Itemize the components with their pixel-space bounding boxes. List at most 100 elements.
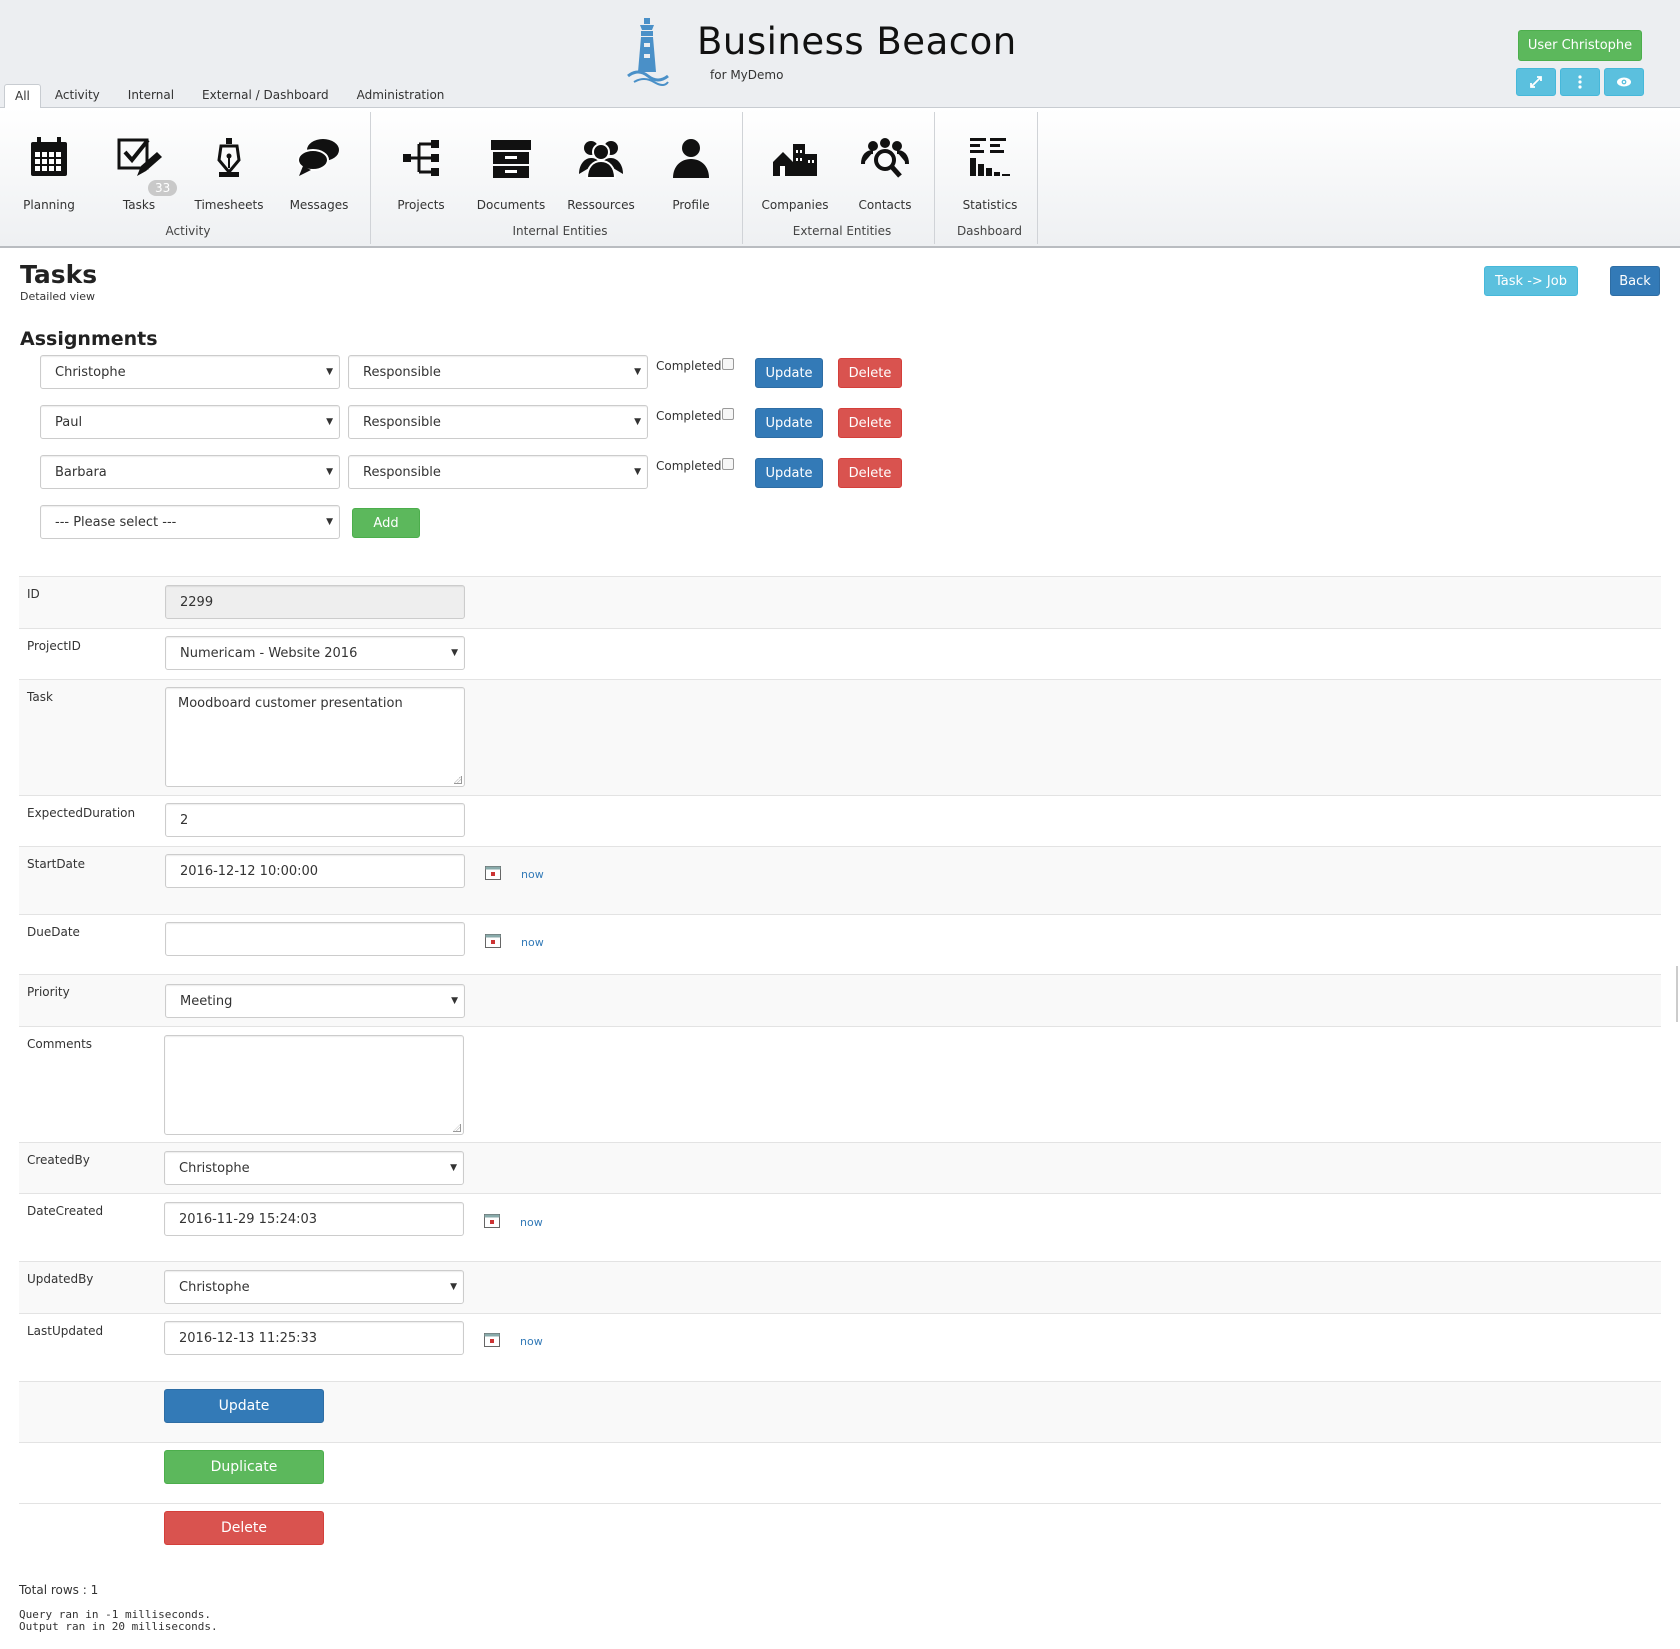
comments-textarea[interactable] (164, 1035, 464, 1135)
brand-title: Business Beacon (697, 20, 1017, 63)
scrollbar-edge[interactable] (1676, 966, 1678, 1022)
ribbon-item-statistics[interactable]: Statistics (947, 112, 1033, 212)
field-label: Comments (27, 1037, 93, 1051)
assignment-update-button[interactable]: Update (755, 458, 823, 488)
assignment-delete-button[interactable]: Delete (838, 358, 902, 388)
ribbon-item-tasks[interactable]: 33 Tasks (96, 112, 182, 212)
project-select[interactable]: Numericam - Website 2016 ▼ (165, 636, 465, 670)
resize-grip-icon[interactable] (454, 776, 462, 784)
task-to-job-button[interactable]: Task -> Job (1484, 266, 1578, 296)
ribbon-label: Tasks (122, 198, 156, 212)
ribbon-item-companies[interactable]: Companies (752, 112, 838, 212)
calendar-picker-icon[interactable] (484, 1214, 500, 1228)
user-icon (673, 139, 709, 178)
completed-label: Completed (656, 409, 722, 423)
completed-label: Completed (656, 359, 722, 373)
start-date-now-link[interactable]: now (521, 868, 544, 881)
assignment-role-select[interactable]: Responsible ▼ (348, 355, 648, 389)
ribbon-item-contacts[interactable]: Contacts (842, 112, 928, 212)
main-tabs: All Activity Internal External / Dashboa… (4, 84, 459, 109)
update-button[interactable]: Update (164, 1389, 324, 1423)
assignment-delete-button[interactable]: Delete (838, 458, 902, 488)
ribbon-item-messages[interactable]: Messages (276, 112, 362, 212)
select-value: --- Please select --- (55, 514, 177, 530)
project-tree-icon (403, 140, 439, 176)
ribbon-label: Messages (289, 198, 349, 212)
ribbon-item-ressources[interactable]: Ressources (558, 112, 644, 212)
field-label: DueDate (27, 925, 80, 939)
completed-label: Completed (656, 459, 722, 473)
users-icon (579, 141, 623, 179)
field-label: StartDate (27, 857, 85, 871)
date-created-now-link[interactable]: now (520, 1216, 543, 1229)
fullscreen-button[interactable] (1516, 68, 1556, 96)
ribbon-label: Companies (761, 198, 829, 212)
ribbon-item-profile[interactable]: Profile (648, 112, 734, 212)
start-date-input[interactable]: 2016-12-12 10:00:00 (165, 854, 465, 888)
assignment-update-button[interactable]: Update (755, 358, 823, 388)
brand-subtitle: for MyDemo (710, 68, 784, 82)
tab-external-dashboard[interactable]: External / Dashboard (188, 84, 343, 108)
select-value: Barbara (55, 464, 107, 480)
last-updated-now-link[interactable]: now (520, 1335, 543, 1348)
ribbon-label: Ressources (567, 198, 635, 212)
calendar-picker-icon[interactable] (485, 934, 501, 948)
updated-by-select[interactable]: Christophe ▼ (164, 1270, 464, 1304)
dropdown-arrow-icon: ▼ (634, 467, 641, 477)
buildings-icon (773, 144, 817, 176)
select-value: Responsible (363, 414, 441, 430)
contacts-search-icon (861, 138, 909, 178)
ribbon-item-documents[interactable]: Documents (468, 112, 554, 212)
resize-grip-icon[interactable] (453, 1124, 461, 1132)
completed-checkbox[interactable] (722, 458, 734, 470)
tab-administration[interactable]: Administration (343, 84, 459, 108)
ribbon-item-projects[interactable]: Projects (378, 112, 464, 212)
field-label: Task (27, 690, 53, 704)
view-toggle-button[interactable] (1604, 68, 1644, 96)
ribbon-label: Planning (23, 198, 75, 212)
chat-bubbles-icon (297, 139, 339, 176)
assignment-role-select[interactable]: Responsible ▼ (348, 455, 648, 489)
assignment-update-button[interactable]: Update (755, 408, 823, 438)
ribbon-label: Profile (672, 198, 710, 212)
assignment-person-select[interactable]: Barbara ▼ (40, 455, 340, 489)
priority-select[interactable]: Meeting ▼ (165, 984, 465, 1018)
calendar-picker-icon[interactable] (485, 866, 501, 880)
ribbon-item-timesheets[interactable]: Timesheets (186, 112, 272, 212)
select-value: Responsible (363, 464, 441, 480)
tab-activity[interactable]: Activity (41, 84, 114, 108)
assignment-delete-button[interactable]: Delete (838, 408, 902, 438)
created-by-select[interactable]: Christophe ▼ (164, 1151, 464, 1185)
due-date-now-link[interactable]: now (521, 936, 544, 949)
date-created-input[interactable]: 2016-11-29 15:24:03 (164, 1202, 464, 1236)
add-assignment-button[interactable]: Add (352, 508, 420, 538)
duplicate-button[interactable]: Duplicate (164, 1450, 324, 1484)
completed-checkbox[interactable] (722, 408, 734, 420)
calendar-picker-icon[interactable] (484, 1333, 500, 1347)
more-options-button[interactable] (1560, 68, 1600, 96)
task-check-icon (117, 138, 162, 176)
ribbon-group-label: External Entities (792, 224, 892, 238)
task-textarea[interactable]: Moodboard customer presentation (165, 687, 465, 787)
dropdown-arrow-icon: ▼ (451, 648, 458, 658)
new-assignment-select[interactable]: --- Please select --- ▼ (40, 505, 340, 539)
tab-internal[interactable]: Internal (114, 84, 188, 108)
delete-button[interactable]: Delete (164, 1511, 324, 1545)
archive-icon (491, 140, 531, 178)
due-date-input[interactable] (165, 922, 465, 956)
page-title: Tasks (20, 260, 98, 289)
assignment-person-select[interactable]: Paul ▼ (40, 405, 340, 439)
user-menu-button[interactable]: User Christophe (1518, 30, 1642, 61)
ribbon-item-planning[interactable]: Planning (6, 112, 92, 212)
back-button[interactable]: Back (1610, 266, 1660, 296)
expected-duration-input[interactable]: 2 (165, 803, 465, 837)
assignment-person-select[interactable]: Christophe ▼ (40, 355, 340, 389)
select-value: Responsible (363, 364, 441, 380)
ribbon-group-label: Internal Entities (512, 224, 608, 238)
assignment-role-select[interactable]: Responsible ▼ (348, 405, 648, 439)
completed-checkbox[interactable] (722, 358, 734, 370)
last-updated-input[interactable]: 2016-12-13 11:25:33 (164, 1321, 464, 1355)
ribbon-group-external-entities: Companies Contacts External Entities (750, 112, 935, 244)
field-label: ProjectID (27, 639, 81, 653)
tab-all[interactable]: All (4, 84, 41, 109)
